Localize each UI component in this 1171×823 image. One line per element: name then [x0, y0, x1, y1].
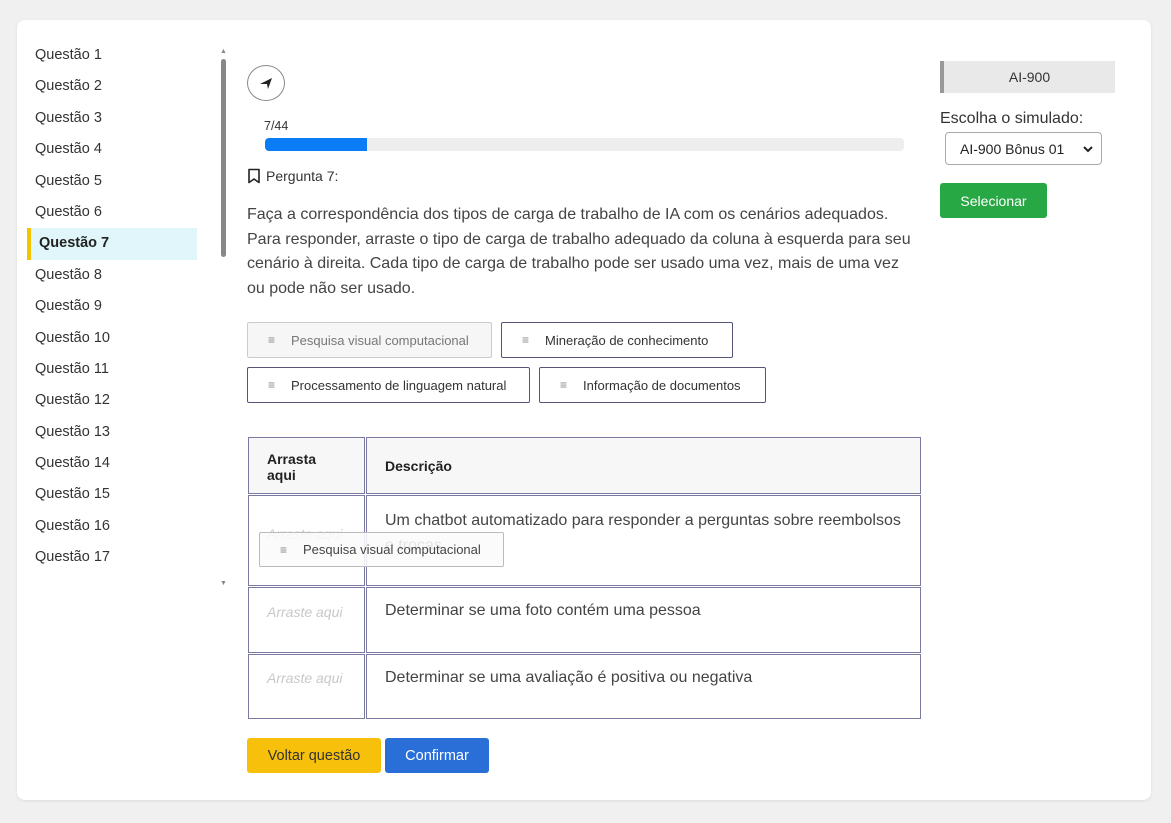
- option-chip-label: Pesquisa visual computacional: [291, 332, 469, 348]
- option-chip-pesquisa-visual[interactable]: ≡ Pesquisa visual computacional: [247, 322, 492, 358]
- scroll-down-arrow-icon[interactable]: ▼: [220, 580, 227, 588]
- sidebar-item-questao-17[interactable]: Questão 17: [27, 542, 197, 570]
- sidebar-item-questao-1[interactable]: Questão 1: [27, 40, 197, 71]
- progress-bar: [265, 138, 904, 151]
- question-text: Faça a correspondência dos tipos de carg…: [247, 206, 911, 297]
- option-chip-informacao-documentos[interactable]: ≡ Informação de documentos: [539, 367, 766, 403]
- back-arrow-icon: [260, 78, 272, 89]
- sidebar-item-questao-13[interactable]: Questão 13: [27, 417, 197, 448]
- question-list: Questão 1 Questão 2 Questão 3 Questão 4 Ques…: [27, 40, 197, 570]
- drag-handle-icon: ≡: [560, 378, 568, 392]
- sidebar-item-questao-11[interactable]: Questão 11: [27, 354, 197, 385]
- drop-zone-row-2[interactable]: Arraste aqui: [248, 587, 365, 653]
- question-title-text: Pergunta 7:: [266, 168, 339, 184]
- drop-zone-row-3[interactable]: Arraste aqui: [248, 654, 365, 719]
- sidebar-item-questao-7[interactable]: Questão 7: [27, 228, 197, 260]
- table-header-drop: Arrasta aqui: [248, 437, 365, 494]
- select-button[interactable]: Selecionar: [940, 183, 1047, 218]
- sidebar-item-questao-2[interactable]: Questão 2: [27, 71, 197, 102]
- option-chip-label: Mineração de conhecimento: [545, 332, 709, 348]
- progress-label: 7/44: [264, 119, 289, 133]
- sidebar-item-questao-3[interactable]: Questão 3: [27, 103, 197, 134]
- drag-handle-icon: ≡: [522, 333, 530, 347]
- scroll-up-arrow-icon[interactable]: ▲: [220, 48, 227, 56]
- option-chip-label: Processamento de linguagem natural: [291, 377, 507, 393]
- sidebar-item-questao-16[interactable]: Questão 16: [27, 511, 197, 542]
- choose-simulation-label: Escolha o simulado:: [940, 110, 1084, 127]
- option-chip-label: Informação de documentos: [583, 377, 741, 393]
- sidebar-item-questao-14[interactable]: Questão 14: [27, 448, 197, 479]
- chevron-down-icon: [1083, 146, 1093, 153]
- drag-handle-icon: ≡: [268, 333, 276, 347]
- question-sidebar: Questão 1 Questão 2 Questão 3 Questão 4 Ques…: [27, 40, 197, 570]
- drag-handle-icon: ≡: [280, 542, 288, 557]
- sidebar-item-questao-15[interactable]: Questão 15: [27, 479, 197, 510]
- sidebar-item-questao-5[interactable]: Questão 5: [27, 166, 197, 197]
- sidebar-item-questao-12[interactable]: Questão 12: [27, 385, 197, 416]
- sidebar-item-questao-6[interactable]: Questão 6: [27, 197, 197, 228]
- option-chip-processamento-linguagem[interactable]: ≡ Processamento de linguagem natural: [247, 367, 530, 403]
- drag-handle-icon: ≡: [268, 378, 276, 392]
- scroll-thumb[interactable]: [221, 59, 226, 257]
- dragging-chip-label: Pesquisa visual computacional: [303, 542, 481, 557]
- simulation-select[interactable]: AI-900 Bônus 01: [945, 132, 1102, 165]
- description-row-3: Determinar se uma avaliação é positiva o…: [366, 654, 921, 719]
- back-arrow-button[interactable]: [247, 65, 285, 101]
- bookmark-icon[interactable]: [247, 168, 261, 184]
- sidebar-scrollbar[interactable]: ▲ ▼: [220, 48, 227, 588]
- option-chip-mineracao[interactable]: ≡ Mineração de conhecimento: [501, 322, 733, 358]
- question-title: Pergunta 7:: [247, 168, 338, 184]
- confirm-button[interactable]: Confirmar: [385, 738, 489, 773]
- sidebar-item-questao-9[interactable]: Questão 9: [27, 291, 197, 322]
- exam-label: AI-900: [940, 61, 1115, 93]
- sidebar-item-questao-8[interactable]: Questão 8: [27, 260, 197, 291]
- back-question-button[interactable]: Voltar questão: [247, 738, 381, 773]
- simulation-select-value: AI-900 Bônus 01: [960, 140, 1065, 157]
- progress-fill: [265, 138, 367, 151]
- dragging-option-chip[interactable]: ≡ Pesquisa visual computacional: [259, 532, 504, 567]
- table-header-description: Descrição: [366, 437, 921, 494]
- sidebar-item-questao-10[interactable]: Questão 10: [27, 323, 197, 354]
- sidebar-item-questao-4[interactable]: Questão 4: [27, 134, 197, 165]
- description-row-2: Determinar se uma foto contém uma pessoa: [366, 587, 921, 653]
